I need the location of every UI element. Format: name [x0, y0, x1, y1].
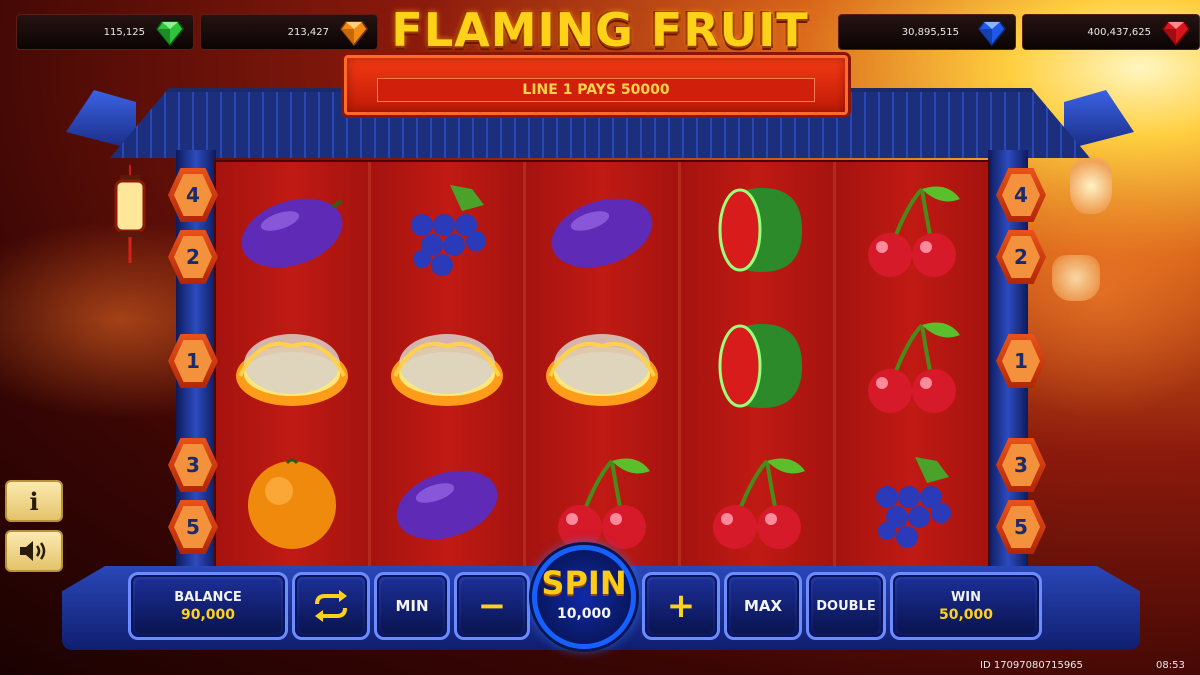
orange-icon — [248, 458, 336, 549]
jackpot-green: 115,125 — [16, 14, 194, 50]
red-gem-icon — [1162, 21, 1190, 47]
plum-icon — [241, 198, 344, 268]
autoplay-button[interactable] — [292, 572, 370, 640]
symbol-cell — [836, 298, 988, 434]
grapes-icon — [876, 457, 951, 548]
info-button[interactable]: i — [5, 480, 63, 522]
spin-button[interactable]: SPIN 10,000 — [532, 545, 636, 649]
symbol-cell — [681, 162, 833, 298]
spin-label: SPIN — [541, 564, 627, 602]
cherries-icon — [558, 458, 650, 549]
balance-display: BALANCE 90,000 — [128, 572, 288, 640]
sound-button[interactable] — [5, 530, 63, 572]
symbol-cell — [681, 434, 833, 570]
jackpot-orange: 213,427 — [200, 14, 378, 50]
minus-label: − — [477, 586, 507, 626]
cherries-icon — [868, 186, 960, 277]
grapes-icon — [411, 185, 486, 276]
symbol-cell — [681, 298, 833, 434]
cherries-icon — [713, 458, 805, 549]
symbol-cell — [371, 434, 523, 570]
balance-value: 90,000 — [180, 606, 236, 623]
info-icon: i — [29, 486, 39, 516]
cherries-icon — [868, 322, 960, 413]
win-message: LINE 1 PAYS 50000 — [377, 78, 815, 102]
double-button[interactable]: DOUBLE — [806, 572, 886, 640]
balance-label: BALANCE — [174, 589, 242, 605]
double-label: DOUBLE — [816, 598, 876, 614]
win-display: WIN 50,000 — [890, 572, 1042, 640]
watermelon-icon — [718, 324, 802, 408]
symbol-cell — [526, 298, 678, 434]
game-title: FLAMING FRUIT — [391, 3, 809, 57]
symbol-cell — [371, 298, 523, 434]
repeat-icon — [315, 590, 347, 622]
win-label: WIN — [950, 589, 982, 605]
speaker-icon — [20, 541, 46, 561]
reel-1 — [216, 162, 371, 566]
jackpot-blue: 30,895,515 — [838, 14, 1016, 50]
watermelon-icon — [718, 188, 802, 272]
plum-icon — [396, 470, 498, 540]
lantern-icon — [114, 165, 146, 263]
flaming-fire-icon — [546, 334, 658, 406]
symbol-cell — [216, 162, 368, 298]
min-bet-button[interactable]: MIN — [374, 572, 450, 640]
jackpot-value: 30,895,515 — [901, 26, 959, 38]
increase-bet-button[interactable]: + — [642, 572, 720, 640]
plum-icon — [551, 198, 653, 268]
session-id: ID 17097080715965 — [980, 660, 1083, 671]
clock: 08:53 — [1156, 660, 1185, 671]
jackpot-red: 400,437,625 — [1022, 14, 1200, 50]
symbol-cell — [371, 162, 523, 298]
bet-value: 10,000 — [556, 606, 612, 622]
plus-label: + — [666, 586, 696, 626]
message-box: LINE 1 PAYS 50000 — [344, 55, 848, 115]
reel-2 — [371, 162, 526, 566]
reels-area — [214, 160, 990, 568]
max-label: MAX — [743, 597, 783, 615]
green-gem-icon — [156, 21, 184, 47]
symbol-cell — [836, 162, 988, 298]
flaming-fire-icon — [236, 334, 348, 406]
min-label: MIN — [395, 597, 429, 615]
reel-5 — [836, 162, 988, 566]
symbol-cell — [526, 162, 678, 298]
symbol-cell — [836, 434, 988, 570]
reel-3 — [526, 162, 681, 566]
win-value: 50,000 — [938, 606, 994, 623]
jackpot-value: 213,427 — [287, 26, 329, 38]
sky-lantern — [1052, 255, 1100, 301]
symbol-cell — [216, 434, 368, 570]
max-bet-button[interactable]: MAX — [724, 572, 802, 640]
sky-lantern — [1070, 158, 1112, 214]
flaming-fire-icon — [391, 334, 503, 406]
reel-4 — [681, 162, 836, 566]
blue-gem-icon — [978, 21, 1006, 47]
jackpot-value: 115,125 — [103, 26, 145, 38]
decrease-bet-button[interactable]: − — [454, 572, 530, 640]
symbol-cell — [216, 298, 368, 434]
jackpot-value: 400,437,625 — [1087, 26, 1151, 38]
